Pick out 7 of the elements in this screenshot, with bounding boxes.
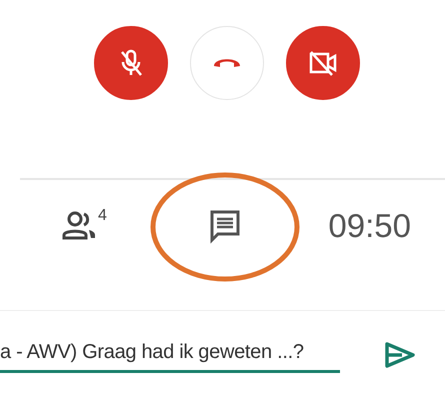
camera-off-icon [308,49,338,77]
meeting-time: 09:50 [327,206,412,246]
people-tab[interactable]: 4 [58,207,111,245]
phone-hang-up-icon [212,57,242,69]
message-input[interactable]: a - AWV) Graag had ik geweten ...? [0,337,340,373]
people-icon [62,211,98,241]
send-icon [384,341,416,369]
